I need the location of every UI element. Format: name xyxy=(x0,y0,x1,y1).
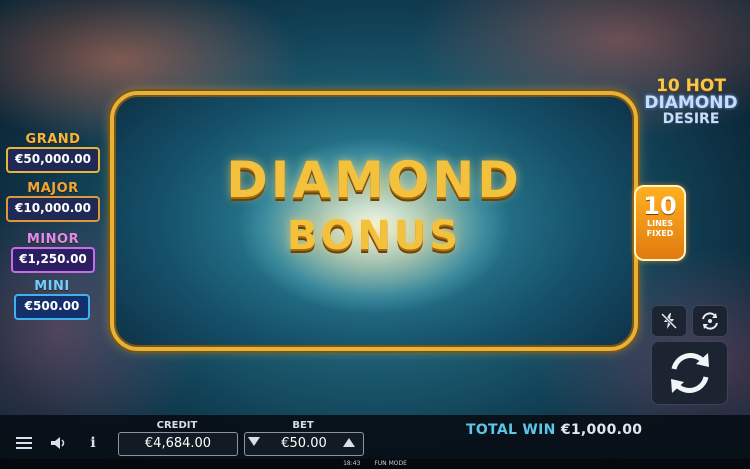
lines-fixed-badge: 10 LINES FIXED xyxy=(634,185,686,261)
lines-label: LINES xyxy=(647,219,673,228)
speaker-icon[interactable] xyxy=(50,434,68,452)
status-strip: 18:43 FUN MODE xyxy=(0,459,750,469)
logo-line3: DESIRE xyxy=(662,111,720,127)
jackpot-major: MAJOR €10,000.00 xyxy=(6,182,100,222)
bonus-reel-frame: DIAMOND BONUS xyxy=(110,91,638,351)
jackpot-minor: MINOR €1,250.00 xyxy=(11,233,95,273)
jackpot-grand-value: €50,000.00 xyxy=(6,147,100,173)
jackpot-minor-value: €1,250.00 xyxy=(11,247,95,273)
credit-label: CREDIT xyxy=(156,420,198,431)
spin-arrows-icon xyxy=(670,353,709,393)
info-icon[interactable]: i xyxy=(84,434,102,452)
jackpot-grand: GRAND €50,000.00 xyxy=(6,133,100,173)
autoplay-icon xyxy=(702,312,718,330)
bet-decrease-button[interactable] xyxy=(248,437,260,446)
spin-button[interactable] xyxy=(651,341,728,405)
clock-time: 18:43 xyxy=(343,460,361,467)
total-win: TOTAL WIN €1,000.00 xyxy=(466,422,642,438)
bet-label: BET xyxy=(292,420,314,431)
menu-icon[interactable] xyxy=(15,434,33,452)
lines-number: 10 xyxy=(643,192,677,220)
fixed-label: FIXED xyxy=(646,229,674,238)
lightning-off-icon xyxy=(660,312,678,330)
jackpot-mini-label: MINI xyxy=(34,279,70,294)
turbo-button[interactable] xyxy=(651,305,687,337)
total-win-label: TOTAL WIN xyxy=(466,422,556,438)
jackpot-grand-label: GRAND xyxy=(25,132,81,147)
jackpot-major-value: €10,000.00 xyxy=(6,196,100,222)
autoplay-button[interactable] xyxy=(692,305,728,337)
credit-value: €4,684.00 xyxy=(118,432,238,456)
fun-mode-label: FUN MODE xyxy=(374,460,407,467)
bonus-title-line2: BONUS xyxy=(286,213,462,259)
jackpot-mini: MINI €500.00 xyxy=(14,280,90,320)
bonus-title-line1: DIAMOND xyxy=(226,151,522,209)
total-win-value: €1,000.00 xyxy=(560,422,643,438)
game-logo: 10 HOT DIAMOND DESIRE xyxy=(632,78,750,127)
jackpot-mini-value: €500.00 xyxy=(14,294,90,320)
jackpot-major-label: MAJOR xyxy=(27,181,79,196)
bet-increase-button[interactable] xyxy=(343,438,355,447)
logo-line2: DIAMOND xyxy=(644,93,738,113)
jackpot-minor-label: MINOR xyxy=(26,232,80,247)
